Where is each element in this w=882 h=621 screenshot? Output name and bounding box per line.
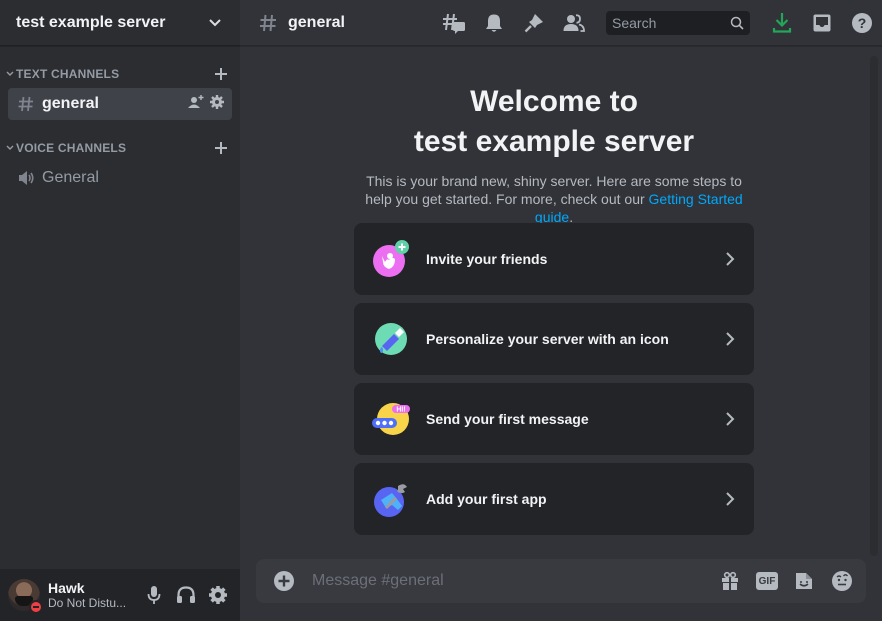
microphone-icon bbox=[147, 586, 161, 604]
sticker-button[interactable] bbox=[792, 569, 816, 593]
card-add-first-app[interactable]: Add your first app bbox=[354, 463, 754, 535]
card-label: Send your first message bbox=[426, 411, 589, 427]
chevron-down-icon bbox=[206, 14, 224, 32]
notification-bell-icon[interactable] bbox=[482, 11, 506, 35]
add-app-icon bbox=[372, 480, 410, 518]
mute-microphone-button[interactable] bbox=[140, 581, 168, 609]
card-send-first-message[interactable]: HI! Send your first message bbox=[354, 383, 754, 455]
text-channel-hash-icon bbox=[256, 11, 280, 35]
card-personalize-server[interactable]: Personalize your server with an icon bbox=[354, 303, 754, 375]
chevron-right-icon bbox=[722, 491, 738, 507]
svg-text:?: ? bbox=[858, 15, 867, 31]
onboarding-cards: Invite your friends Personalize your ser… bbox=[354, 223, 754, 543]
user-panel: Hawk Do Not Distu... bbox=[0, 569, 240, 621]
gif-button[interactable]: GIF bbox=[756, 572, 778, 590]
message-input[interactable] bbox=[312, 572, 718, 590]
channel-name: General bbox=[42, 169, 99, 186]
user-info[interactable]: Hawk Do Not Distu... bbox=[48, 580, 140, 610]
member-list-icon[interactable] bbox=[562, 11, 586, 35]
card-label: Invite your friends bbox=[426, 251, 548, 267]
channel-list: TEXT CHANNELS general VOICE CHANNELS Gen… bbox=[0, 46, 240, 569]
channel-voice-general[interactable]: General bbox=[8, 162, 232, 194]
sticker-icon bbox=[796, 573, 812, 589]
category-label: VOICE CHANNELS bbox=[16, 141, 127, 155]
invite-friends-icon bbox=[372, 240, 410, 278]
main-panel: general Search ? Welcome to test example… bbox=[240, 0, 882, 621]
emoji-button[interactable] bbox=[830, 569, 854, 593]
chevron-right-icon bbox=[722, 251, 738, 267]
category-text-channels[interactable]: TEXT CHANNELS bbox=[0, 62, 240, 86]
user-status-text: Do Not Distu... bbox=[48, 596, 127, 610]
deafen-button[interactable] bbox=[172, 581, 200, 609]
channel-settings-gear-icon[interactable] bbox=[210, 94, 224, 114]
create-invite-icon[interactable] bbox=[188, 94, 204, 114]
card-label: Add your first app bbox=[426, 491, 547, 507]
welcome-title: Welcome to test example server bbox=[413, 85, 695, 158]
category-label: TEXT CHANNELS bbox=[16, 67, 120, 81]
caret-down-icon bbox=[4, 145, 16, 151]
welcome-description: This is your brand new, shiny server. He… bbox=[365, 173, 743, 225]
help-icon[interactable]: ? bbox=[850, 11, 874, 35]
upload-attachment-button[interactable] bbox=[272, 569, 296, 593]
channel-general[interactable]: general bbox=[8, 88, 232, 120]
pinned-messages-icon[interactable] bbox=[522, 11, 546, 35]
channel-title: general bbox=[288, 13, 345, 31]
username: Hawk bbox=[48, 580, 85, 596]
emoji-icon bbox=[832, 571, 852, 591]
dnd-status-icon bbox=[29, 600, 43, 614]
text-channel-hash-icon bbox=[16, 94, 36, 114]
create-channel-icon[interactable] bbox=[212, 65, 230, 83]
gift-button[interactable] bbox=[718, 569, 742, 593]
speaker-icon bbox=[16, 168, 36, 188]
inbox-icon[interactable] bbox=[810, 11, 834, 35]
discord-app: test example server TEXT CHANNELS genera… bbox=[0, 0, 882, 621]
send-message-icon: HI! bbox=[372, 400, 410, 438]
user-avatar[interactable] bbox=[8, 579, 43, 614]
threads-icon[interactable] bbox=[442, 11, 466, 35]
plus-circle-icon bbox=[274, 571, 294, 591]
gear-icon bbox=[209, 586, 227, 604]
download-icon[interactable] bbox=[770, 11, 794, 35]
channel-sidebar: test example server TEXT CHANNELS genera… bbox=[0, 0, 240, 621]
personalize-icon bbox=[372, 320, 410, 358]
chevron-right-icon bbox=[722, 331, 738, 347]
create-channel-icon[interactable] bbox=[212, 139, 230, 157]
caret-down-icon bbox=[4, 71, 16, 77]
search-input[interactable] bbox=[612, 14, 730, 31]
chat-content: Welcome to test example server This is y… bbox=[240, 46, 882, 621]
chevron-right-icon bbox=[722, 411, 738, 427]
gift-icon bbox=[722, 571, 738, 590]
message-composer: GIF bbox=[256, 559, 866, 603]
search-icon bbox=[730, 16, 744, 30]
channel-header: general Search ? bbox=[240, 0, 882, 46]
headphones-icon bbox=[177, 586, 195, 603]
channel-name: general bbox=[42, 95, 99, 112]
user-settings-button[interactable] bbox=[204, 581, 232, 609]
server-header[interactable]: test example server bbox=[0, 0, 240, 46]
card-invite-friends[interactable]: Invite your friends bbox=[354, 223, 754, 295]
card-label: Personalize your server with an icon bbox=[426, 331, 669, 347]
server-name: test example server bbox=[16, 13, 166, 31]
scrollbar-track[interactable] bbox=[870, 56, 878, 556]
welcome-section: Welcome to test example server This is y… bbox=[354, 82, 754, 226]
category-voice-channels[interactable]: VOICE CHANNELS bbox=[0, 136, 240, 160]
svg-text:HI!: HI! bbox=[396, 407, 405, 414]
search-box[interactable] bbox=[606, 10, 750, 35]
